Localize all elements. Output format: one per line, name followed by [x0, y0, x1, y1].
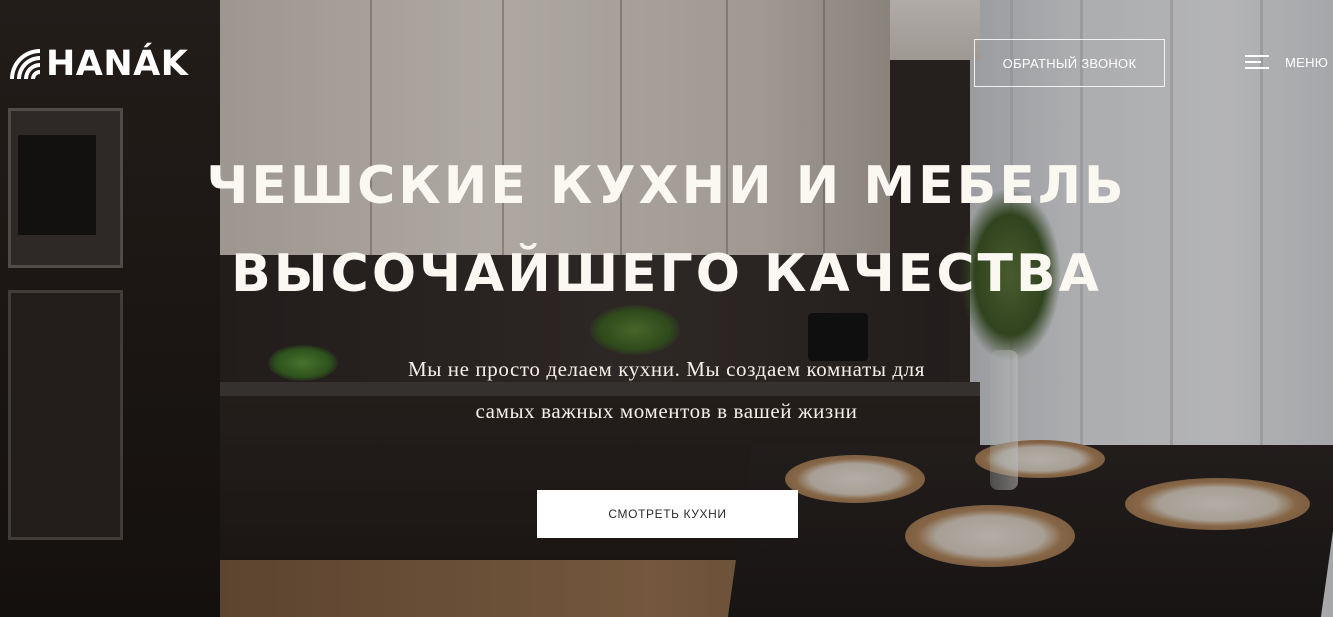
headline-line: ВЫСОЧАЙШЕГО КАЧЕСТВА [231, 244, 1102, 304]
menu-toggle[interactable]: МЕНЮ [1245, 52, 1328, 72]
subtitle-line: Мы не просто делаем кухни. Мы создаем ко… [407, 357, 926, 381]
callback-button[interactable]: ОБРАТНЫЙ ЗВОНОК [974, 39, 1165, 87]
hero-headline: ЧЕШСКИЕ КУХНИ И МЕБЕЛЬ ВЫСОЧАЙШЕГО КАЧЕС… [0, 142, 1333, 318]
striped-arc-logo-icon [10, 49, 40, 79]
view-kitchens-button[interactable]: СМОТРЕТЬ КУХНИ [537, 490, 798, 538]
brand-logo[interactable]: HANÁK [8, 46, 188, 82]
hero-subtitle: Мы не просто делаем кухни. Мы создаем ко… [0, 348, 1333, 432]
headline-line: ЧЕШСКИЕ КУХНИ И МЕБЕЛЬ [206, 156, 1127, 216]
subtitle-line: самых важных моментов в вашей жизни [475, 399, 858, 423]
hamburger-menu-icon [1245, 55, 1269, 69]
menu-label: МЕНЮ [1285, 54, 1329, 70]
brand-name: HANÁK [46, 43, 189, 84]
